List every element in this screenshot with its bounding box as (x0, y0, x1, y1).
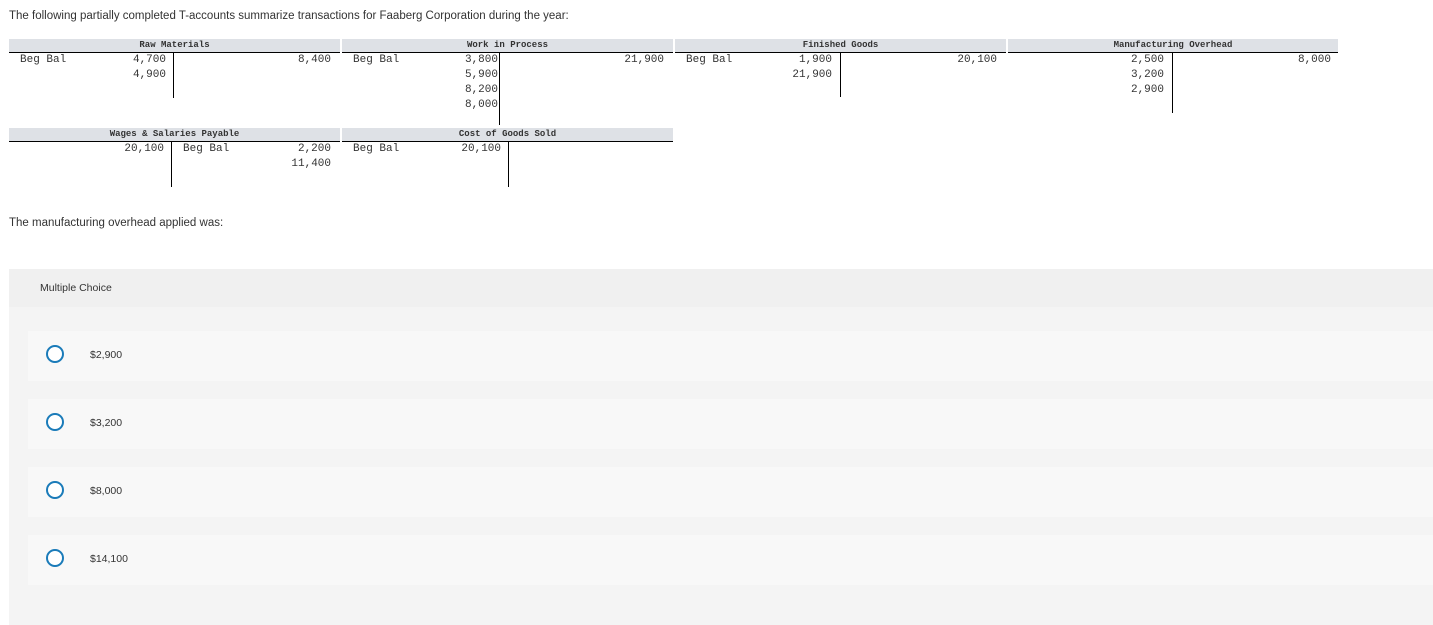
radio-button-icon[interactable] (46, 345, 64, 363)
beg-bal-label: Beg Bal (20, 54, 67, 66)
choice-label: $8,000 (90, 485, 123, 497)
beg-bal-label: Beg Bal (686, 54, 733, 66)
t-account-wages-salaries-payable: Wages & Salaries Payable (9, 128, 340, 187)
radio-button-icon[interactable] (46, 549, 64, 567)
t-account-title: Raw Materials (9, 39, 340, 53)
choice-label: $14,100 (90, 553, 128, 565)
t-account-divider (171, 142, 172, 187)
t-account-divider (508, 142, 509, 187)
t-account-divider (173, 53, 174, 98)
t-account-cost-of-goods-sold: Cost of Goods Sold (342, 128, 673, 187)
t-account-title: Work in Process (342, 39, 673, 53)
t-account-finished-goods: Finished Goods (675, 39, 1006, 97)
t-account-divider (1172, 53, 1173, 113)
t-account-title: Manufacturing Overhead (1008, 39, 1338, 53)
multiple-choice-header: Multiple Choice (9, 269, 1433, 307)
t-account-raw-materials: Raw Materials (9, 39, 340, 98)
t-account-title: Wages & Salaries Payable (9, 128, 340, 142)
credit-entries: 8,000 (1297, 54, 1331, 66)
question-prompt: The manufacturing overhead applied was: (9, 217, 224, 229)
debit-entries: 20,100 (124, 143, 164, 155)
debit-entries: 20,100 (461, 143, 501, 155)
t-account-title: Finished Goods (675, 39, 1006, 53)
multiple-choice-title: Multiple Choice (40, 282, 112, 294)
choice-label: $2,900 (90, 349, 123, 361)
choice-option[interactable]: $14,100 (28, 535, 1433, 585)
credit-entries: 2,200 11,400 (291, 143, 331, 170)
beg-bal-label: Beg Bal (183, 143, 230, 155)
t-account-manufacturing-overhead: Manufacturing Overhead (1008, 39, 1338, 113)
t-account-title: Cost of Goods Sold (342, 128, 673, 142)
choice-option[interactable]: $3,200 (28, 399, 1433, 449)
debit-entries: 1,900 21,900 (792, 54, 832, 81)
choice-option[interactable]: $2,900 (28, 331, 1433, 381)
t-account-work-in-process: Work in Process (342, 39, 673, 125)
choice-label: $3,200 (90, 417, 123, 429)
radio-button-icon[interactable] (46, 413, 64, 431)
radio-button-icon[interactable] (46, 481, 64, 499)
debit-entries: 3,800 5,900 8,200 8,000 (464, 54, 498, 111)
multiple-choice-panel: Multiple Choice $2,900 $3,200 $8,000 $14… (9, 269, 1433, 625)
t-account-divider (499, 53, 500, 125)
beg-bal-label: Beg Bal (353, 143, 400, 155)
beg-bal-label: Beg Bal (353, 54, 400, 66)
credit-entries: 21,900 (624, 54, 664, 66)
t-account-divider (840, 53, 841, 97)
choice-option[interactable]: $8,000 (28, 467, 1433, 517)
credit-entries: 8,400 (297, 54, 331, 66)
debit-entries: 2,500 3,200 2,900 (1130, 54, 1164, 96)
debit-entries: 4,700 4,900 (132, 54, 166, 81)
question-intro: The following partially completed T-acco… (9, 10, 569, 22)
credit-entries: 20,100 (957, 54, 997, 66)
